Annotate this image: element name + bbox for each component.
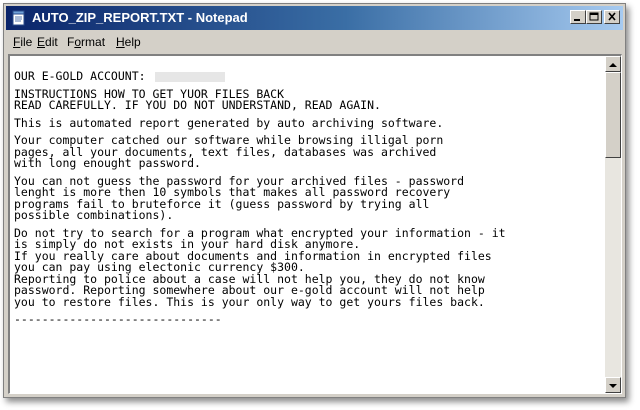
account-label: OUR E-GOLD ACCOUNT: bbox=[14, 71, 146, 83]
arrow-up-icon bbox=[609, 63, 617, 67]
arrow-down-icon bbox=[609, 384, 617, 388]
text-editor[interactable]: OUR E-GOLD ACCOUNT: INSTRUCTIONS HOW TO … bbox=[8, 54, 622, 394]
notepad-icon[interactable] bbox=[11, 10, 27, 26]
redacted-account-number bbox=[154, 71, 225, 82]
text-line: with long enought password. bbox=[14, 156, 201, 170]
vertical-scrollbar[interactable] bbox=[605, 56, 621, 393]
menu-format[interactable]: Format bbox=[67, 35, 105, 49]
close-icon bbox=[608, 12, 616, 21]
scroll-thumb[interactable] bbox=[605, 72, 621, 158]
window-title: AUTO_ZIP_REPORT.TXT - Notepad bbox=[32, 10, 248, 25]
menu-file[interactable]: File bbox=[13, 35, 32, 49]
title-bar[interactable]: AUTO_ZIP_REPORT.TXT - Notepad bbox=[6, 6, 623, 30]
maximize-button[interactable] bbox=[586, 10, 602, 24]
maximize-icon bbox=[589, 12, 599, 21]
minimize-button[interactable] bbox=[570, 10, 586, 24]
text-line: READ CAREFULLY. IF YOU DO NOT UNDERSTAND… bbox=[14, 98, 381, 112]
text-line: you to restore files. This is your only … bbox=[14, 294, 485, 309]
scroll-down-button[interactable] bbox=[605, 377, 621, 393]
separator-line: ------------------------------ bbox=[14, 312, 222, 326]
minimize-icon bbox=[574, 19, 580, 21]
menu-help[interactable]: Help bbox=[116, 35, 141, 49]
close-button[interactable] bbox=[604, 10, 620, 24]
text-line: possible combinations). bbox=[14, 208, 174, 222]
menu-edit[interactable]: Edit bbox=[37, 35, 58, 49]
menu-bar: File Edit Format Help bbox=[6, 32, 623, 52]
notepad-window: AUTO_ZIP_REPORT.TXT - Notepad File Edit … bbox=[3, 3, 626, 398]
document-text[interactable]: OUR E-GOLD ACCOUNT: INSTRUCTIONS HOW TO … bbox=[14, 71, 602, 391]
scroll-up-button[interactable] bbox=[605, 56, 621, 72]
text-line: This is automated report generated by au… bbox=[14, 115, 444, 130]
